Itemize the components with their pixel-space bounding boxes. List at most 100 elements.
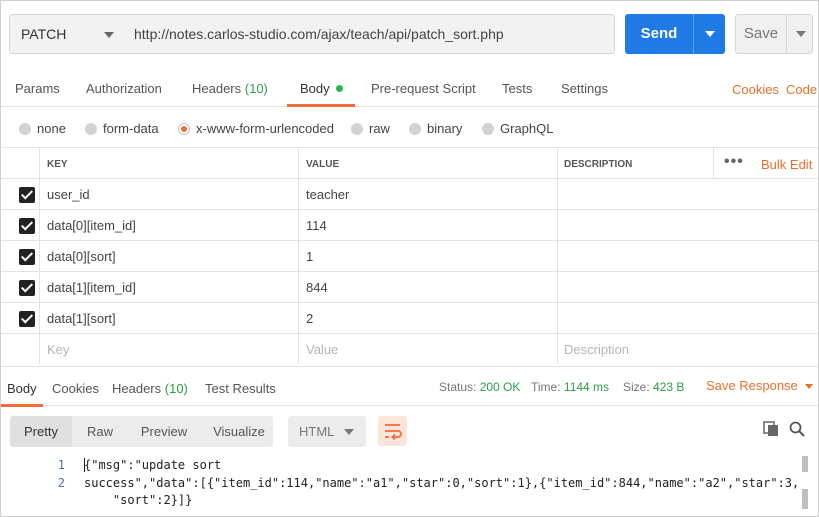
radio-circle-icon <box>351 123 363 135</box>
tab-authorization[interactable]: Authorization <box>86 81 162 96</box>
scrollbar-thumb[interactable] <box>802 489 808 509</box>
column-header-description: DESCRIPTION <box>564 159 633 170</box>
bulk-edit-button[interactable]: Bulk Edit <box>761 157 812 172</box>
value-cell[interactable]: teacher <box>306 179 349 209</box>
radio-x-www-form-urlencoded[interactable]: x-www-form-urlencoded <box>178 121 334 136</box>
format-select[interactable]: HTML <box>288 416 366 447</box>
response-tab-headers-label: Headers <box>112 381 162 396</box>
column-divider <box>39 148 40 178</box>
radio-none[interactable]: none <box>19 121 66 136</box>
save-response-button[interactable]: Save Response <box>706 378 813 393</box>
code-line: {"msg":"update sort <box>84 458 222 472</box>
table-row: data[0][item_id] 114 <box>1 209 818 240</box>
view-mode-raw[interactable]: Raw <box>76 416 124 447</box>
response-tab-headers[interactable]: Headers (10) <box>112 381 188 396</box>
radio-label: GraphQL <box>500 121 554 136</box>
row-checkbox[interactable] <box>19 187 35 203</box>
chevron-down-icon <box>796 31 806 37</box>
response-tab-test-results[interactable]: Test Results <box>205 381 276 396</box>
key-cell[interactable]: data[1][item_id] <box>47 272 136 302</box>
scrollbar-thumb[interactable] <box>802 456 808 472</box>
table-row: data[1][item_id] 844 <box>1 271 818 302</box>
column-divider <box>557 148 558 178</box>
column-divider <box>298 148 299 178</box>
radio-binary[interactable]: binary <box>409 121 462 136</box>
chevron-down-icon <box>804 384 813 389</box>
format-label: HTML <box>299 424 335 439</box>
body-type-selector: none form-data x-www-form-urlencoded raw… <box>1 107 818 147</box>
value-cell[interactable]: 114 <box>306 210 327 240</box>
save-divider <box>786 15 787 53</box>
code-line: success","data":[{"item_id":114,"name":"… <box>84 476 800 490</box>
response-tab-body[interactable]: Body <box>7 381 37 396</box>
row-checkbox[interactable] <box>19 249 35 265</box>
row-checkbox[interactable] <box>19 218 35 234</box>
view-mode-preview[interactable]: Preview <box>134 416 194 447</box>
method-label: PATCH <box>21 26 67 42</box>
response-tab-cookies[interactable]: Cookies <box>52 381 99 396</box>
column-divider <box>298 334 299 364</box>
radio-raw[interactable]: raw <box>351 121 390 136</box>
view-mode-visualize[interactable]: Visualize <box>206 416 272 447</box>
url-input[interactable]: http://notes.carlos-studio.com/ajax/teac… <box>124 14 615 54</box>
tab-settings[interactable]: Settings <box>561 81 608 96</box>
column-divider <box>39 334 40 364</box>
more-options-icon[interactable]: ••• <box>724 153 744 171</box>
row-checkbox[interactable] <box>19 280 35 296</box>
method-select[interactable]: PATCH <box>9 14 125 54</box>
save-button[interactable]: Save <box>735 14 813 54</box>
send-label: Send <box>640 25 678 42</box>
tab-prerequest-script[interactable]: Pre-request Script <box>371 81 476 96</box>
radio-graphql[interactable]: GraphQL <box>482 121 553 136</box>
save-label: Save <box>743 25 779 42</box>
table-row: data[0][sort] 1 <box>1 240 818 271</box>
radio-form-data[interactable]: form-data <box>85 121 159 136</box>
row-checkbox[interactable] <box>19 311 35 327</box>
key-cell[interactable]: data[0][sort] <box>47 241 116 271</box>
time-readout: Time: 1144 ms <box>531 380 609 394</box>
cookies-link[interactable]: Cookies <box>732 82 779 97</box>
body-indicator-dot <box>335 85 343 92</box>
active-tab-underline <box>1 404 43 407</box>
view-mode-pretty[interactable]: Pretty <box>10 416 72 447</box>
postman-window: PATCH http://notes.carlos-studio.com/aja… <box>0 0 819 517</box>
chevron-down-icon <box>104 32 114 38</box>
column-divider <box>557 241 558 271</box>
new-description-input[interactable]: Description <box>564 334 629 364</box>
key-cell[interactable]: user_id <box>47 179 90 209</box>
column-divider <box>557 272 558 302</box>
key-cell[interactable]: data[1][sort] <box>47 303 116 333</box>
column-divider <box>557 334 558 364</box>
status-readout: Status: 200 OK <box>439 380 520 394</box>
column-divider <box>39 179 40 209</box>
size-value: 423 B <box>653 380 685 394</box>
copy-icon[interactable] <box>763 421 779 437</box>
search-icon[interactable] <box>789 421 805 437</box>
wrap-lines-button[interactable] <box>378 416 407 446</box>
value-cell[interactable]: 2 <box>306 303 313 333</box>
text-cursor <box>84 458 85 472</box>
headers-count: (10) <box>244 81 268 96</box>
send-button[interactable]: Send <box>625 14 725 54</box>
send-options-button[interactable] <box>694 14 725 54</box>
tab-params[interactable]: Params <box>15 81 60 96</box>
status-label: Status: <box>439 380 477 394</box>
params-table: KEY VALUE DESCRIPTION ••• Bulk Edit user… <box>1 147 818 364</box>
value-cell[interactable]: 844 <box>306 272 328 302</box>
code-link[interactable]: Code <box>786 82 817 97</box>
value-cell[interactable]: 1 <box>306 241 313 271</box>
column-header-key: KEY <box>47 159 68 170</box>
new-value-input[interactable]: Value <box>306 334 338 364</box>
tab-headers[interactable]: Headers (10) <box>192 81 268 96</box>
column-divider <box>557 179 558 209</box>
line-number: 2 <box>57 476 65 490</box>
response-tabs: Body Cookies Headers (10) Test Results S… <box>1 366 818 407</box>
time-label: Time: <box>531 380 561 394</box>
column-divider <box>39 210 40 240</box>
size-readout: Size: 423 B <box>623 380 684 394</box>
table-header-row: KEY VALUE DESCRIPTION ••• Bulk Edit <box>1 147 818 178</box>
tab-tests[interactable]: Tests <box>502 81 532 96</box>
key-cell[interactable]: data[0][item_id] <box>47 210 136 240</box>
new-key-input[interactable]: Key <box>47 334 69 364</box>
tab-body[interactable]: Body <box>300 81 343 96</box>
